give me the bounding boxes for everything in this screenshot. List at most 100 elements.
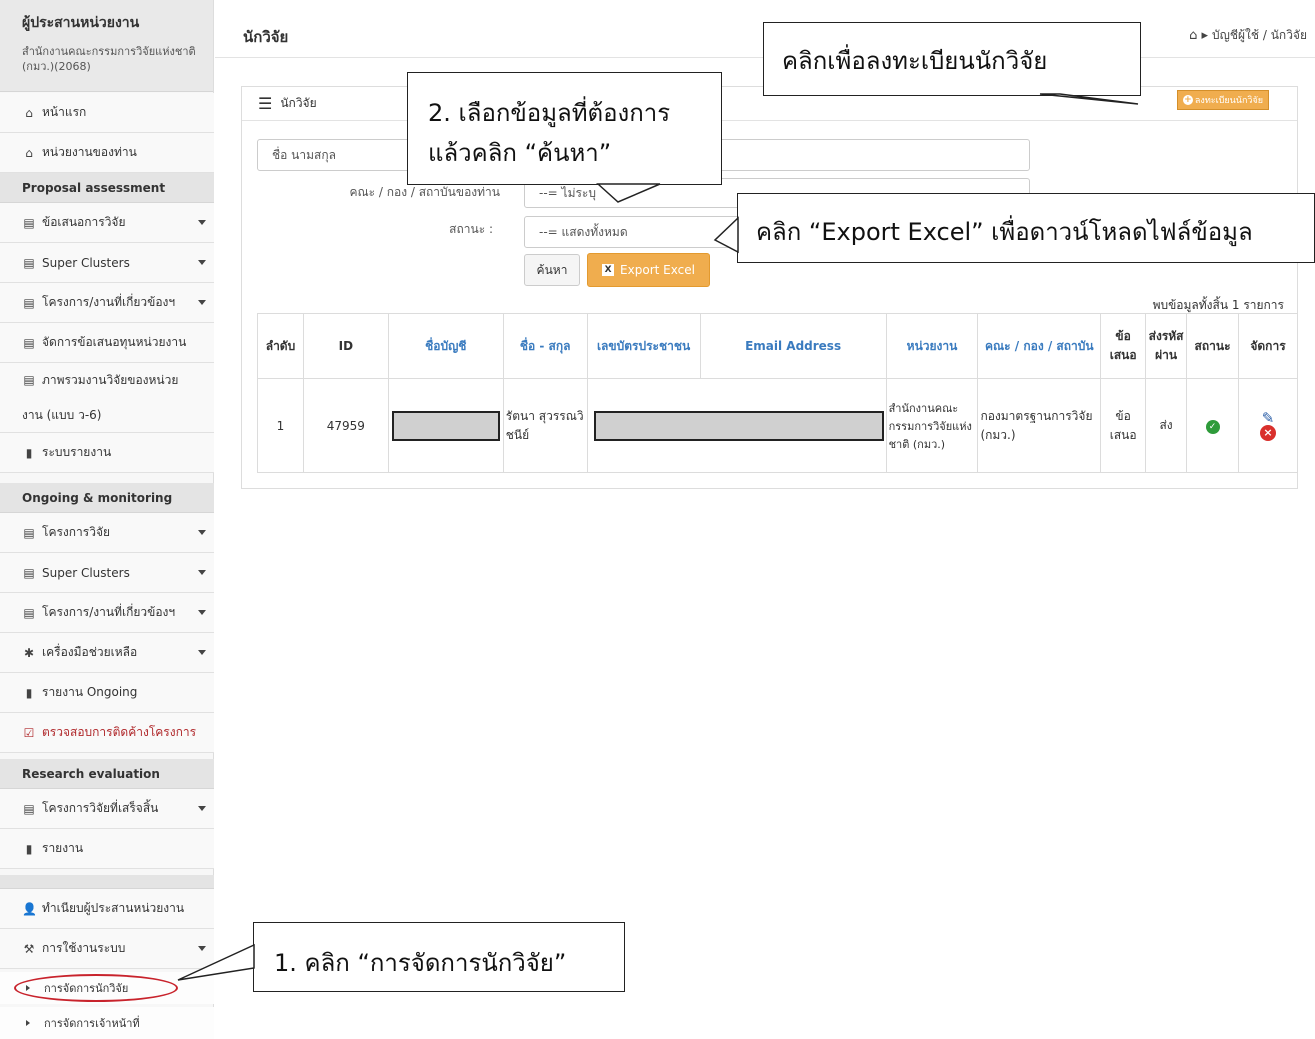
sidebar-item-finished-projects[interactable]: ▤ โครงการวิจัยที่เสร็จสิ้น bbox=[0, 789, 214, 829]
checkbox-edit-icon: ☑ bbox=[23, 725, 35, 740]
callout-register: คลิกเพื่อลงทะเบียนนักวิจัย bbox=[763, 22, 1141, 96]
org-role: ผู้ประสานหน่วยงาน bbox=[22, 15, 140, 31]
check-circle-icon: ✓ bbox=[1205, 419, 1220, 434]
chevron-down-icon bbox=[198, 259, 206, 265]
sidebar-item-my-unit[interactable]: ⌂ หน่วยงานของท่าน bbox=[0, 133, 214, 173]
chevron-down-icon bbox=[198, 649, 206, 655]
sidebar-item-label: ทำเนียบผู้ประสานหน่วยงาน bbox=[42, 901, 185, 915]
plus-circle-icon: + bbox=[1182, 95, 1193, 105]
list-icon: ▤ bbox=[23, 335, 35, 350]
sidebar-item-report-system[interactable]: ▮ ระบบรายงาน bbox=[0, 433, 214, 473]
sidebar-item-label: ภาพรวมงานวิจัยของหน่วย bbox=[42, 372, 179, 387]
edit-icon[interactable]: ✎ bbox=[1241, 410, 1295, 425]
panel-title: นักวิจัย bbox=[280, 96, 317, 110]
cell-proposal-link[interactable]: ข้อเสนอ bbox=[1100, 378, 1147, 473]
export-excel-label: Export Excel bbox=[620, 263, 695, 277]
redacted-block bbox=[593, 410, 884, 441]
cell-no: 1 bbox=[257, 378, 304, 473]
list-icon: ▤ bbox=[23, 801, 35, 816]
sidebar-subitem-label: การจัดการเจ้าหน้าที่ bbox=[44, 1017, 140, 1030]
section-research-evaluation: Research evaluation bbox=[0, 759, 214, 789]
chevron-down-icon bbox=[198, 945, 206, 951]
cell-id: 47959 bbox=[302, 378, 389, 473]
sidebar-item-label: ข้อเสนอการวิจัย bbox=[42, 215, 126, 229]
sidebar-item-proposals[interactable]: ▤ ข้อเสนอการวิจัย bbox=[0, 203, 214, 243]
sidebar-item-research-projects[interactable]: ▤ โครงการวิจัย bbox=[0, 513, 214, 553]
magic-wand-icon: ✱ bbox=[23, 645, 35, 660]
cell-account bbox=[387, 378, 504, 473]
cell-unit: สำนักงานคณะกรรมการวิจัยแห่งชาติ (กมว.) bbox=[885, 378, 979, 473]
book-icon: ▮ bbox=[25, 445, 33, 460]
col-header[interactable]: เลขบัตรประชาชน bbox=[586, 313, 701, 379]
col-header[interactable]: Email Address bbox=[699, 313, 887, 379]
search-button[interactable]: ค้นหา bbox=[524, 254, 580, 286]
col-header[interactable]: ชื่อ - สกุล bbox=[502, 313, 588, 379]
sidebar-item-check-pending[interactable]: ☑ ตรวจสอบการติดค้างโครงการ bbox=[0, 713, 214, 753]
sidebar-item-label: หน่วยงานของท่าน bbox=[42, 145, 137, 159]
sidebar-item-register-coordinator[interactable]: 👤 ทำเนียบผู้ประสานหน่วยงาน bbox=[0, 889, 214, 929]
col-header[interactable]: ชื่อบัญชี bbox=[387, 313, 504, 379]
sidebar-item-super-clusters[interactable]: ▤ Super Clusters bbox=[0, 243, 214, 283]
chevron-down-icon bbox=[198, 569, 206, 575]
list-icon: ▤ bbox=[23, 373, 35, 387]
sidebar-item-label: Super Clusters bbox=[42, 255, 130, 270]
redacted-block bbox=[391, 410, 500, 441]
sidebar-subitem-manage-staff[interactable]: การจัดการเจ้าหน้าที่ bbox=[0, 1007, 214, 1039]
export-excel-button[interactable]: X Export Excel bbox=[587, 253, 710, 287]
page-title: นักวิจัย bbox=[243, 28, 289, 46]
callout-line: 2. เลือกข้อมูลที่ต้องการ bbox=[428, 99, 671, 127]
section-ongoing-monitoring: Ongoing & monitoring bbox=[0, 483, 214, 513]
cell-id-email bbox=[586, 378, 887, 473]
sidebar-item-label: จัดการข้อเสนอทุนหน่วยงาน bbox=[42, 335, 187, 349]
sidebar-item-home[interactable]: ⌂ หน้าแรก bbox=[0, 93, 214, 133]
delete-icon[interactable]: × bbox=[1260, 424, 1276, 441]
breadcrumb: ⌂ ▸ บัญชีผู้ใช้ / นักวิจัย bbox=[1189, 26, 1307, 45]
col-header: จัดการ bbox=[1238, 313, 1298, 379]
col-header[interactable]: คณะ / กอง / สถาบัน bbox=[977, 313, 1102, 379]
sidebar-item-tools[interactable]: ✱ เครื่องมือช่วยเหลือ bbox=[0, 633, 214, 673]
list-icon: ▤ bbox=[23, 215, 35, 230]
user-icon: 👤 bbox=[22, 901, 37, 916]
list-icon: ▤ bbox=[23, 565, 35, 580]
sidebar-item-label: ระบบรายงาน bbox=[42, 445, 112, 459]
callout-export: คลิก “Export Excel” เพื่อดาวน์โหลดไฟล์ข้… bbox=[737, 193, 1315, 263]
list-icon: ▤ bbox=[23, 525, 35, 540]
sidebar-item-related-projects[interactable]: ▤ โครงการ/งานที่เกี่ยวข้องฯ bbox=[0, 283, 214, 323]
sidebar-item-label: หน้าแรก bbox=[42, 105, 87, 119]
sidebar-item-overview[interactable]: ▤ ภาพรวมงานวิจัยของหน่วย งาน (แบบ ว-6) bbox=[0, 363, 214, 433]
home-icon[interactable]: ⌂ ▸ bbox=[1189, 28, 1208, 43]
cell-status: ✓ bbox=[1186, 378, 1239, 473]
sidebar-item-ongoing-report[interactable]: ▮ รายงาน Ongoing bbox=[0, 673, 214, 713]
sidebar-item-system-usage[interactable]: ⚒ การใช้งานระบบ bbox=[0, 929, 214, 969]
breadcrumb-path[interactable]: บัญชีผู้ใช้ / นักวิจัย bbox=[1212, 26, 1307, 45]
sidebar-item-label: รายงาน Ongoing bbox=[42, 685, 138, 699]
col-header: ลำดับ bbox=[257, 313, 304, 379]
tools-icon: ⚒ bbox=[23, 941, 35, 956]
book-icon: ▮ bbox=[25, 841, 33, 856]
cell-send-link[interactable]: ส่ง bbox=[1145, 378, 1188, 473]
col-header: สถานะ bbox=[1186, 313, 1239, 379]
org-name: สำนักงานคณะกรรมการวิจัยแห่งชาติ (กมว.)(2… bbox=[22, 45, 196, 73]
sidebar-item-label: รายงาน bbox=[42, 841, 84, 855]
sidebar-item-related-projects-2[interactable]: ▤ โครงการ/งานที่เกี่ยวข้องฯ bbox=[0, 593, 214, 633]
chevron-down-icon bbox=[198, 299, 206, 305]
sidebar-item-label-line2: งาน (แบบ ว-6) bbox=[22, 407, 102, 422]
callout-line: แล้วคลิก “ค้นหา” bbox=[428, 139, 612, 167]
col-header: ID bbox=[302, 313, 389, 379]
chevron-down-icon bbox=[198, 219, 206, 225]
sidebar-item-label: โครงการ/งานที่เกี่ยวข้องฯ bbox=[42, 295, 176, 309]
sidebar-item-manage-proposals[interactable]: ▤ จัดการข้อเสนอทุนหน่วยงาน bbox=[0, 323, 214, 363]
sidebar-item-label: โครงการวิจัย bbox=[42, 525, 111, 539]
register-researcher-button[interactable]: + ลงทะเบียนนักวิจัย bbox=[1176, 90, 1269, 110]
cell-actions: ✎ × bbox=[1238, 378, 1298, 473]
chevron-down-icon bbox=[198, 529, 206, 535]
chevron-down-icon bbox=[198, 805, 206, 811]
table-row: 1 47959 รัตนา สุวรรณวิชนีย์ สำนักงานคณะก… bbox=[257, 378, 1298, 473]
list-icon: ▤ bbox=[23, 605, 35, 620]
col-header[interactable]: หน่วยงาน bbox=[885, 313, 979, 379]
sidebar-item-report[interactable]: ▮ รายงาน bbox=[0, 829, 214, 869]
sidebar-item-super-clusters-2[interactable]: ▤ Super Clusters bbox=[0, 553, 214, 593]
section-proposal-assessment: Proposal assessment bbox=[0, 173, 214, 203]
researcher-table: ลำดับ ID ชื่อบัญชี ชื่อ - สกุล เลขบัตรปร… bbox=[257, 313, 1298, 473]
cell-name[interactable]: รัตนา สุวรรณวิชนีย์ bbox=[502, 378, 588, 473]
